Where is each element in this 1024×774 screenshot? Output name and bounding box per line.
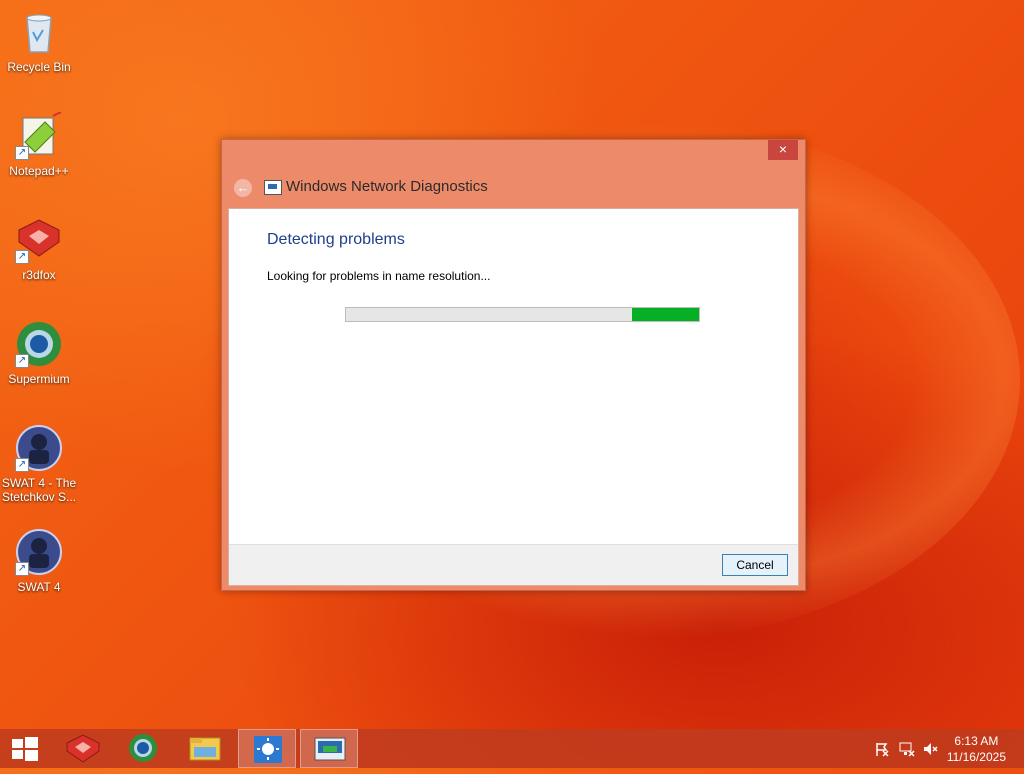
close-button[interactable]: × xyxy=(768,140,798,160)
recycle-bin-icon xyxy=(15,8,63,56)
shortcut-arrow-icon: ↗ xyxy=(15,354,29,368)
network-status-icon[interactable] xyxy=(899,741,915,760)
supermium-icon xyxy=(129,734,157,762)
notepadpp-icon: ↗ xyxy=(15,111,63,160)
desktop-icon-label: Notepad++ xyxy=(9,164,69,178)
desktop-icon-label: r3dfox xyxy=(22,268,56,282)
network-diagnostics-dialog: × ← Windows Network Diagnostics Detectin… xyxy=(221,139,806,591)
dialog-title: Windows Network Diagnostics xyxy=(286,178,488,195)
cancel-button[interactable]: Cancel xyxy=(722,554,788,576)
desktop-icon-label: Recycle Bin xyxy=(7,60,71,74)
desktop-icon-label: SWAT 4 xyxy=(17,580,61,594)
taskbar-brightness-app[interactable] xyxy=(238,729,296,768)
taskbar-supermium[interactable] xyxy=(114,729,172,768)
swat4-icon: ↗ xyxy=(15,424,63,472)
progress-bar xyxy=(345,307,700,322)
supermium-icon: ↗ xyxy=(15,320,63,368)
desktop-icon-notepadpp[interactable]: ↗ Notepad++ xyxy=(0,111,78,178)
network-diagnostics-icon xyxy=(314,737,346,761)
clock-time: 6:13 AM xyxy=(954,734,999,748)
taskbar: 6:13 AM 11/16/2025 xyxy=(0,729,1024,768)
desktop-icon-label: Supermium xyxy=(8,372,70,386)
r3dfox-icon: ↗ xyxy=(15,216,63,264)
taskbar-file-explorer[interactable] xyxy=(176,729,234,768)
progress-bar-fill xyxy=(631,308,699,321)
shortcut-arrow-icon: ↗ xyxy=(15,562,29,576)
desktop-icon-r3dfox[interactable]: ↗ r3dfox xyxy=(0,216,78,282)
taskbar-r3dfox[interactable] xyxy=(54,729,112,768)
back-arrow-icon[interactable]: ← xyxy=(234,179,252,197)
page-heading: Detecting problems xyxy=(267,231,405,248)
shortcut-arrow-icon: ↗ xyxy=(15,250,29,264)
action-center-flag-icon[interactable] xyxy=(874,741,890,760)
network-diagnostics-icon xyxy=(264,180,282,195)
r3dfox-icon xyxy=(66,734,100,763)
status-text: Looking for problems in name resolution.… xyxy=(267,269,491,283)
desktop-icon-swat4-stetchkov[interactable]: ↗ SWAT 4 - The Stetchkov S... xyxy=(0,424,78,504)
dialog-content: Detecting problems Looking for problems … xyxy=(228,208,799,586)
swat4-icon: ↗ xyxy=(15,528,63,576)
desktop-icon-supermium[interactable]: ↗ Supermium xyxy=(0,320,78,386)
desktop-icon-label: SWAT 4 - The Stetchkov S... xyxy=(1,476,77,504)
taskbar-clock[interactable]: 6:13 AM 11/16/2025 xyxy=(947,733,1006,765)
dialog-footer: Cancel xyxy=(229,544,798,585)
shortcut-arrow-icon: ↗ xyxy=(15,458,29,472)
clock-date: 11/16/2025 xyxy=(946,750,1006,764)
taskbar-network-diagnostics[interactable] xyxy=(300,729,358,768)
windows-logo-icon xyxy=(12,737,38,761)
shortcut-arrow-icon: ↗ xyxy=(15,146,29,160)
volume-muted-icon[interactable] xyxy=(922,741,938,760)
folder-icon xyxy=(189,737,221,761)
desktop-icon-swat4[interactable]: ↗ SWAT 4 xyxy=(0,528,78,594)
desktop-icon-recycle-bin[interactable]: Recycle Bin xyxy=(0,8,78,74)
brightness-icon xyxy=(254,736,282,763)
start-button[interactable] xyxy=(0,729,58,768)
